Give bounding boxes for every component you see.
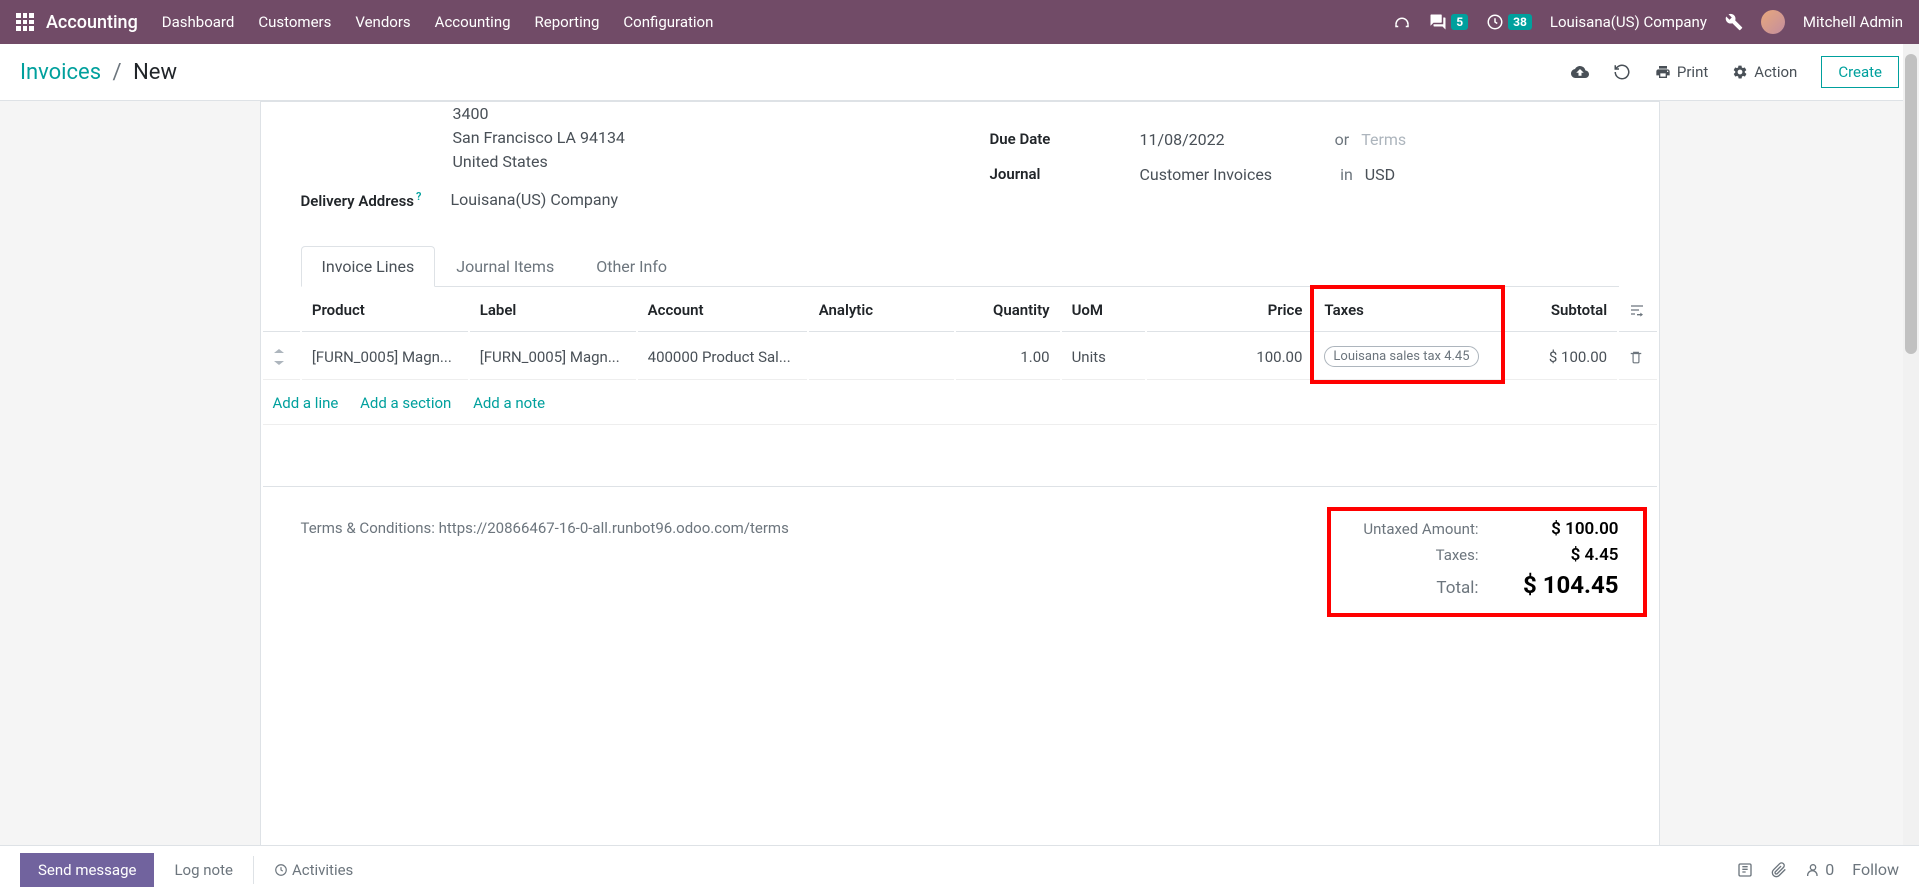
cell-subtotal: $ 100.00 xyxy=(1503,334,1617,380)
action-button[interactable]: Action xyxy=(1732,63,1797,81)
nav-accounting[interactable]: Accounting xyxy=(435,13,511,31)
nav-vendors[interactable]: Vendors xyxy=(355,13,410,31)
col-price[interactable]: Price xyxy=(1147,289,1313,332)
col-uom[interactable]: UoM xyxy=(1062,289,1145,332)
cell-label[interactable]: [FURN_0005] Magn... xyxy=(470,334,636,380)
attachments-icon[interactable] xyxy=(1737,862,1753,878)
due-date-value[interactable]: 11/08/2022 or Terms xyxy=(1140,130,1619,149)
col-taxes[interactable]: Taxes xyxy=(1314,289,1501,332)
follow-button[interactable]: Follow xyxy=(1852,860,1899,879)
col-product[interactable]: Product xyxy=(302,289,468,332)
breadcrumb-parent[interactable]: Invoices xyxy=(20,60,101,85)
top-navbar: Accounting Dashboard Customers Vendors A… xyxy=(0,0,1919,44)
untaxed-label: Untaxed Amount: xyxy=(1339,520,1479,538)
cell-quantity[interactable]: 1.00 xyxy=(956,334,1060,380)
activities-badge: 38 xyxy=(1508,14,1532,30)
due-date-label: Due Date xyxy=(990,130,1140,148)
breadcrumb-current: New xyxy=(133,60,177,85)
chatter-bar: Send message Log note Activities 0 Follo… xyxy=(0,845,1919,893)
nav-reporting[interactable]: Reporting xyxy=(535,13,600,31)
currency-value[interactable]: USD xyxy=(1365,165,1395,184)
main-area: 3400 San Francisco LA 94134 United State… xyxy=(0,101,1919,854)
cell-uom[interactable]: Units xyxy=(1062,334,1145,380)
followers-count[interactable]: 0 xyxy=(1805,860,1834,879)
nav-customers[interactable]: Customers xyxy=(258,13,331,31)
control-panel: Invoices / New Print Action Create xyxy=(0,44,1919,101)
add-note-link[interactable]: Add a note xyxy=(473,394,545,412)
partner-address: 3400 San Francisco LA 94134 United State… xyxy=(453,102,930,174)
breadcrumb-sep: / xyxy=(113,60,122,85)
form-sheet: 3400 San Francisco LA 94134 United State… xyxy=(260,101,1660,854)
col-subtotal[interactable]: Subtotal xyxy=(1503,289,1617,332)
company-switcher[interactable]: Louisana(US) Company xyxy=(1550,13,1707,31)
app-name[interactable]: Accounting xyxy=(46,12,138,33)
untaxed-value: $ 100.00 xyxy=(1519,519,1619,539)
cell-account[interactable]: 400000 Product Sal... xyxy=(638,334,807,380)
breadcrumb: Invoices / New xyxy=(20,60,177,85)
terms-conditions[interactable]: Terms & Conditions: https://20866467-16-… xyxy=(301,519,1299,537)
user-name[interactable]: Mitchell Admin xyxy=(1803,13,1903,31)
messages-icon[interactable]: 5 xyxy=(1429,13,1468,31)
create-button[interactable]: Create xyxy=(1821,56,1899,88)
invoice-lines-table: Product Label Account Analytic Quantity … xyxy=(261,287,1659,489)
tab-journal-items[interactable]: Journal Items xyxy=(435,246,575,286)
total-label: Total: xyxy=(1339,578,1479,598)
table-row[interactable]: [FURN_0005] Magn... [FURN_0005] Magn... … xyxy=(263,334,1657,380)
cloud-save-icon[interactable] xyxy=(1571,63,1589,81)
tab-other-info[interactable]: Other Info xyxy=(575,246,688,286)
nav-configuration[interactable]: Configuration xyxy=(623,13,713,31)
delivery-address-value[interactable]: Louisana(US) Company xyxy=(451,190,930,209)
delete-line-icon[interactable] xyxy=(1619,334,1656,380)
help-icon[interactable]: ? xyxy=(416,190,421,203)
taxes-value: $ 4.45 xyxy=(1519,545,1619,565)
cell-price[interactable]: 100.00 xyxy=(1147,334,1313,380)
cell-taxes[interactable]: Louisana sales tax 4.45 xyxy=(1314,334,1501,380)
col-label[interactable]: Label xyxy=(470,289,636,332)
messages-badge: 5 xyxy=(1451,14,1468,30)
drag-handle-icon[interactable] xyxy=(263,334,300,380)
nav-menu: Dashboard Customers Vendors Accounting R… xyxy=(162,13,1393,31)
col-analytic[interactable]: Analytic xyxy=(809,289,954,332)
totals-section: Terms & Conditions: https://20866467-16-… xyxy=(261,489,1659,635)
col-account[interactable]: Account xyxy=(638,289,807,332)
delivery-address-label: Delivery Address? xyxy=(301,190,451,210)
tabs: Invoice Lines Journal Items Other Info xyxy=(301,246,1619,287)
send-message-button[interactable]: Send message xyxy=(20,853,154,887)
avatar[interactable] xyxy=(1761,10,1785,34)
add-section-link[interactable]: Add a section xyxy=(360,394,451,412)
col-options[interactable] xyxy=(1619,289,1656,332)
add-line-link[interactable]: Add a line xyxy=(273,394,339,412)
log-note-button[interactable]: Log note xyxy=(174,861,232,879)
debug-icon[interactable] xyxy=(1725,13,1743,31)
attach-file-icon[interactable] xyxy=(1771,862,1787,878)
apps-icon[interactable] xyxy=(16,13,34,31)
scrollbar-thumb[interactable] xyxy=(1905,54,1917,354)
col-quantity[interactable]: Quantity xyxy=(956,289,1060,332)
activities-icon[interactable]: 38 xyxy=(1486,13,1532,31)
cell-product[interactable]: [FURN_0005] Magn... xyxy=(302,334,468,380)
cell-analytic[interactable] xyxy=(809,334,954,380)
line-actions: Add a line Add a section Add a note xyxy=(263,382,1657,425)
journal-value[interactable]: Customer Invoices in USD xyxy=(1140,165,1619,184)
action-label: Action xyxy=(1754,63,1797,81)
print-button[interactable]: Print xyxy=(1655,63,1708,81)
terms-placeholder[interactable]: Terms xyxy=(1361,130,1406,149)
print-label: Print xyxy=(1677,63,1708,81)
journal-label: Journal xyxy=(990,165,1140,183)
toolbar-actions: Print Action Create xyxy=(1571,56,1899,88)
taxes-label: Taxes: xyxy=(1339,546,1479,564)
scrollbar[interactable] xyxy=(1903,44,1919,845)
totals-box: Untaxed Amount: $ 100.00 Taxes: $ 4.45 T… xyxy=(1339,519,1619,605)
tab-invoice-lines[interactable]: Invoice Lines xyxy=(301,246,436,287)
total-value: $ 104.45 xyxy=(1519,571,1619,599)
support-icon[interactable] xyxy=(1393,13,1411,31)
discard-icon[interactable] xyxy=(1613,63,1631,81)
activities-button[interactable]: Activities xyxy=(274,861,353,879)
topbar-right: 5 38 Louisana(US) Company Mitchell Admin xyxy=(1393,10,1903,34)
nav-dashboard[interactable]: Dashboard xyxy=(162,13,235,31)
